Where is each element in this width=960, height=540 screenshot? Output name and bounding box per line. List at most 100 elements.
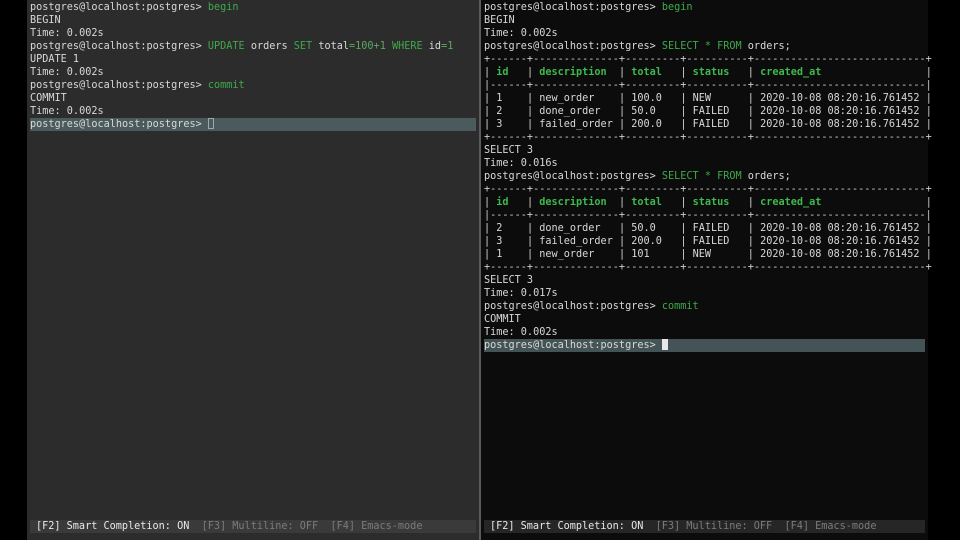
shell-prompt: postgres@localhost:postgres> (484, 301, 662, 312)
column-header-id: id (490, 67, 527, 78)
table-cell-description: done_order (533, 106, 619, 117)
multiline-toggle[interactable]: [F3] Multiline: OFF (202, 521, 319, 532)
table-cell-total: 200.0 (625, 119, 681, 130)
column-header-created_at: created_at (753, 67, 926, 78)
active-prompt-line[interactable]: postgres@localhost:postgres> (484, 339, 925, 352)
output-line: Time: 0.002s (30, 28, 104, 39)
text-cursor[interactable] (661, 339, 668, 350)
table-cell-id: 3 (490, 119, 527, 130)
output-line: BEGIN (484, 15, 515, 26)
sql-token: * (704, 41, 711, 52)
output-line: Time: 0.002s (30, 67, 104, 78)
sql-command: begin (662, 2, 693, 13)
emacs-mode-toggle[interactable]: [F4] Emacs-mode (330, 521, 422, 532)
table-cell-created_at: 2020-10-08 08:20:16.761452 (753, 249, 926, 260)
sql-token: SET (293, 41, 313, 52)
table-cell-status: NEW (686, 93, 748, 104)
right-status-toolbar: [F2] Smart Completion: ON [F3] Multiline… (484, 520, 925, 533)
table-cell-created_at: 2020-10-08 08:20:16.761452 (753, 119, 926, 130)
table-cell-total: 50.0 (625, 223, 681, 234)
sql-token: 100 (355, 41, 374, 52)
emacs-mode-toggle[interactable]: [F4] Emacs-mode (784, 521, 876, 532)
sql-command: UPDATE orders SET total=100+1 WHERE id=1 (207, 41, 454, 52)
output-line: SELECT 3 (484, 275, 534, 286)
sql-token: FROM (717, 41, 742, 52)
sql-token: commit (661, 301, 699, 312)
text-cursor[interactable] (207, 118, 214, 129)
prompt-line: postgres@localhost:postgres> begin (484, 1, 925, 14)
table-cell-id: 1 (490, 249, 527, 260)
sql-command: SELECT * FROM orders; (661, 41, 791, 52)
sql-token: 1 (447, 41, 454, 52)
table-row: | 1 | new_order | 100.0 | NEW | 2020-10-… (484, 93, 932, 104)
table-cell-status: FAILED (686, 106, 748, 117)
output-line: Time: 0.016s (484, 158, 558, 169)
table-cell-total: 101 (625, 249, 681, 260)
sql-command: begin (208, 2, 239, 13)
sql-token: begin (207, 2, 239, 13)
sql-token: SELECT (661, 171, 699, 182)
table-cell-total: 100.0 (625, 93, 681, 104)
table-cell-description: new_order (533, 249, 619, 260)
shell-prompt: postgres@localhost:postgres> (484, 340, 662, 351)
sql-token: UPDATE (207, 41, 245, 52)
shell-prompt: postgres@localhost:postgres> (30, 80, 208, 91)
prompt-line: postgres@localhost:postgres> begin (30, 1, 476, 14)
table-cell-created_at: 2020-10-08 08:20:16.761452 (753, 236, 926, 247)
sql-command: commit (208, 80, 245, 91)
column-header-total: total (625, 197, 681, 208)
shell-prompt: postgres@localhost:postgres> (30, 2, 208, 13)
table-header-row: | id | description | total | status | cr… (484, 197, 932, 208)
table-header-divider: |------+--------------+---------+-------… (484, 210, 932, 221)
sql-token: * (704, 171, 711, 182)
table-border: +------+--------------+---------+-------… (484, 184, 932, 195)
smart-completion-toggle[interactable]: [F2] Smart Completion: ON (490, 521, 643, 532)
sql-token: 1 (379, 41, 386, 52)
left-terminal-output: postgres@localhost:postgres> begin BEGIN T… (30, 1, 476, 131)
table-cell-created_at: 2020-10-08 08:20:16.761452 (753, 93, 926, 104)
output-line: COMMIT (30, 93, 67, 104)
table-cell-status: NEW (686, 249, 748, 260)
table-cell-status: FAILED (686, 223, 748, 234)
output-line: UPDATE 1 (30, 54, 80, 65)
active-prompt-line[interactable]: postgres@localhost:postgres> (30, 118, 476, 131)
sql-token: WHERE (391, 41, 423, 52)
table-row: | 2 | done_order | 50.0 | FAILED | 2020-… (484, 223, 932, 234)
table-cell-status: FAILED (686, 119, 748, 130)
table-row: | 3 | failed_order | 200.0 | FAILED | 20… (484, 119, 932, 130)
multiline-toggle[interactable]: [F3] Multiline: OFF (656, 521, 773, 532)
sql-token: SELECT (661, 41, 699, 52)
table-border: +------+--------------+---------+-------… (484, 132, 932, 143)
column-header-description: description (533, 197, 619, 208)
table-cell-id: 3 (490, 236, 527, 247)
table-row: | 2 | done_order | 50.0 | FAILED | 2020-… (484, 106, 932, 117)
output-line: COMMIT (484, 314, 521, 325)
sql-token: commit (207, 80, 245, 91)
shell-prompt: postgres@localhost:postgres> (30, 119, 208, 130)
left-terminal-pane[interactable]: postgres@localhost:postgres> begin BEGIN T… (27, 0, 479, 540)
smart-completion-toggle[interactable]: [F2] Smart Completion: ON (36, 521, 189, 532)
column-header-id: id (490, 197, 527, 208)
table-border: +------+--------------+---------+-------… (484, 262, 932, 273)
output-line: SELECT 3 (484, 145, 534, 156)
table-row: | 3 | failed_order | 200.0 | FAILED | 20… (484, 236, 932, 247)
right-terminal-pane[interactable]: postgres@localhost:postgres> begin BEGIN T… (481, 0, 932, 540)
prompt-line: postgres@localhost:postgres> SELECT * FR… (484, 170, 925, 183)
table-cell-description: new_order (533, 93, 619, 104)
column-header-status: status (686, 67, 748, 78)
sql-command: commit (662, 301, 699, 312)
column-header-created_at: created_at (753, 197, 926, 208)
output-line: Time: 0.017s (484, 288, 558, 299)
shell-prompt: postgres@localhost:postgres> (484, 41, 662, 52)
prompt-line: postgres@localhost:postgres> UPDATE orde… (30, 40, 476, 53)
table-cell-total: 200.0 (625, 236, 681, 247)
output-line: Time: 0.002s (484, 28, 558, 39)
output-line: Time: 0.002s (30, 106, 104, 117)
table-cell-description: done_order (533, 223, 619, 234)
table-cell-id: 2 (490, 223, 527, 234)
table-cell-description: failed_order (533, 119, 619, 130)
sql-command: SELECT * FROM orders; (661, 171, 791, 182)
output-line: BEGIN (30, 15, 61, 26)
table-cell-status: FAILED (686, 236, 748, 247)
table-border: +------+--------------+---------+-------… (484, 54, 932, 65)
